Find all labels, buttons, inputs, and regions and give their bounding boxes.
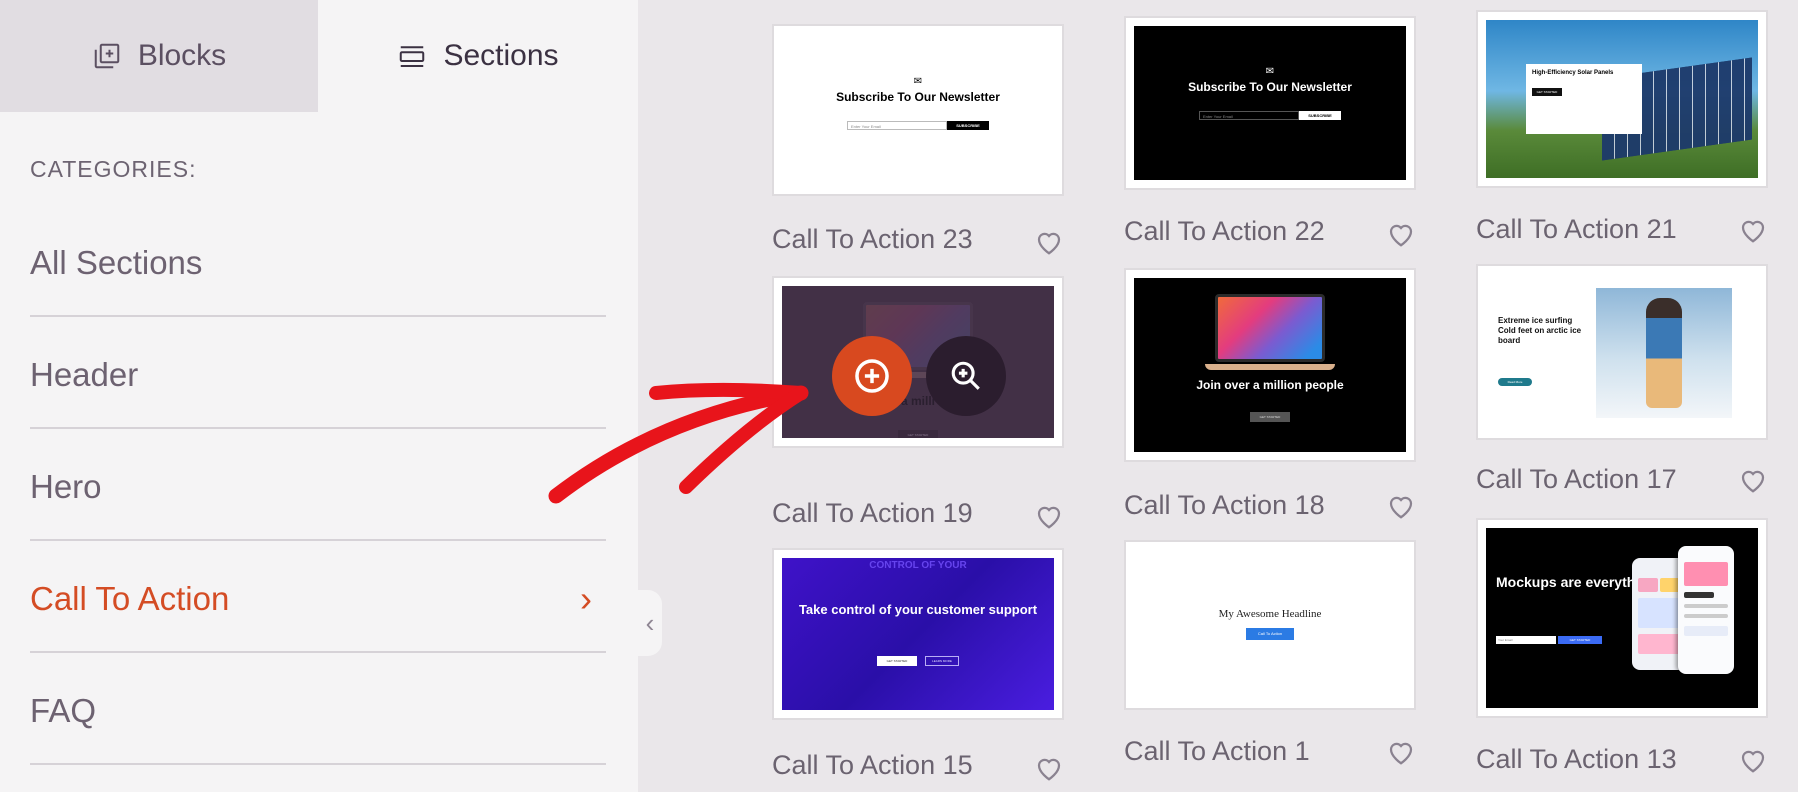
- add-section-button[interactable]: [832, 336, 912, 416]
- heart-icon[interactable]: [1738, 746, 1768, 774]
- card-label: Call To Action 23: [772, 224, 973, 254]
- section-thumbnail[interactable]: ✉ Subscribe To Our Newsletter Enter Your…: [1124, 16, 1416, 190]
- category-hero[interactable]: Hero: [30, 429, 606, 541]
- category-label: Call To Action: [30, 580, 230, 617]
- section-thumbnail[interactable]: My Awesome Headline Call To Action: [1124, 540, 1416, 710]
- card-label: Call To Action 17: [1476, 464, 1677, 494]
- thumb-button: GET STARTED: [877, 656, 917, 666]
- tab-blocks-label: Blocks: [137, 39, 227, 72]
- category-label: FAQ: [30, 692, 97, 729]
- thumb-title: My Awesome Headline: [1218, 608, 1322, 620]
- tab-blocks[interactable]: Blocks: [0, 0, 318, 112]
- hover-overlay: [782, 286, 1054, 438]
- thumb-input: Your Email: [1496, 636, 1556, 644]
- thumb-button: GET STARTED: [1558, 636, 1602, 644]
- card-label: Call To Action 22: [1124, 216, 1325, 246]
- thumb-title: Subscribe To Our Newsletter: [836, 90, 1000, 104]
- section-thumbnail[interactable]: Mockups are everything Your Email GET ST…: [1476, 518, 1768, 718]
- annotation-arrow: [548, 382, 809, 504]
- thumb-input: Enter Your Email: [1199, 111, 1299, 120]
- thumb-title: a milli: [900, 394, 935, 408]
- thumb-title: Extreme ice surfing Cold feet on arctic …: [1498, 316, 1582, 345]
- heart-icon[interactable]: [1034, 502, 1064, 530]
- preview-section-button[interactable]: [926, 336, 1006, 416]
- snowboarder-image: [1596, 288, 1732, 418]
- thumb-button: LEARN MORE: [925, 656, 959, 666]
- section-thumbnail[interactable]: High-Efficiency Solar Panels GET STARTED: [1476, 10, 1768, 188]
- collapse-sidebar-button[interactable]: ‹: [638, 590, 662, 656]
- category-call-to-action[interactable]: Call To Action ›: [30, 541, 606, 653]
- categories-heading: CATEGORIES:: [30, 156, 197, 182]
- sidebar: Blocks Sections CATEGORIES: All Sections…: [0, 0, 638, 792]
- envelope-icon: ✉: [913, 76, 923, 87]
- heart-icon[interactable]: [1738, 216, 1768, 244]
- thumb-title: High-Efficiency Solar Panels: [1532, 70, 1614, 76]
- category-header[interactable]: Header: [30, 317, 606, 429]
- chevron-right-icon: ›: [580, 578, 592, 619]
- laptop-image: [1215, 294, 1325, 362]
- card-label: Call To Action 15: [772, 750, 973, 780]
- card-label: Call To Action 18: [1124, 490, 1325, 520]
- card-label: Call To Action 13: [1476, 744, 1677, 774]
- category-label: Hero: [30, 468, 102, 505]
- category-list: All Sections Header Hero Call To Action …: [30, 205, 606, 765]
- heart-icon[interactable]: [1034, 754, 1064, 782]
- thumb-title: Subscribe To Our Newsletter: [1188, 80, 1352, 94]
- heart-icon[interactable]: [1386, 738, 1416, 766]
- heart-icon[interactable]: [1034, 228, 1064, 256]
- section-thumbnail[interactable]: Join over a million people GET STARTED: [1124, 268, 1416, 462]
- card-label: Call To Action 21: [1476, 214, 1677, 244]
- thumb-button: GET STARTED: [1250, 412, 1290, 422]
- section-thumbnail[interactable]: CONTROL OF YOUR Take control of your cus…: [772, 548, 1064, 720]
- category-all-sections[interactable]: All Sections: [30, 205, 606, 317]
- phone-mockup-image: [1678, 546, 1734, 674]
- thumb-button: SUBSCRIBE: [1299, 111, 1341, 120]
- card-label: Call To Action 1: [1124, 736, 1310, 766]
- panel-tabs: Blocks Sections: [0, 0, 638, 112]
- thumb-button: SUBSCRIBE: [947, 121, 989, 130]
- sections-icon: [400, 46, 425, 67]
- tab-sections[interactable]: Sections: [318, 0, 638, 112]
- category-label: Header: [30, 356, 139, 393]
- heart-icon[interactable]: [1386, 492, 1416, 520]
- thumb-button: Call To Action: [1246, 628, 1294, 640]
- chevron-left-icon: ‹: [645, 607, 655, 638]
- heart-icon[interactable]: [1386, 220, 1416, 248]
- thumb-button: Read More: [1498, 378, 1532, 386]
- blocks-icon: [94, 43, 120, 69]
- section-thumbnail[interactable]: ✉ Subscribe To Our Newsletter Enter Your…: [772, 24, 1064, 196]
- category-label: All Sections: [30, 244, 203, 281]
- tab-sections-label: Sections: [443, 39, 559, 72]
- section-thumbnail[interactable]: Extreme ice surfing Cold feet on arctic …: [1476, 264, 1768, 440]
- envelope-icon: ✉: [1265, 66, 1275, 77]
- heart-icon[interactable]: [1738, 466, 1768, 494]
- category-faq[interactable]: FAQ: [30, 653, 606, 765]
- thumb-button: GET STARTED: [898, 430, 938, 438]
- zoom-in-icon: [951, 361, 980, 390]
- thumb-title: Take control of your customer support: [798, 602, 1038, 617]
- thumb-button: GET STARTED: [1532, 88, 1562, 96]
- thumb-input: Enter Your Email: [847, 121, 947, 130]
- thumb-title: Join over a million people: [1196, 378, 1344, 392]
- plus-circle-icon: [855, 359, 889, 393]
